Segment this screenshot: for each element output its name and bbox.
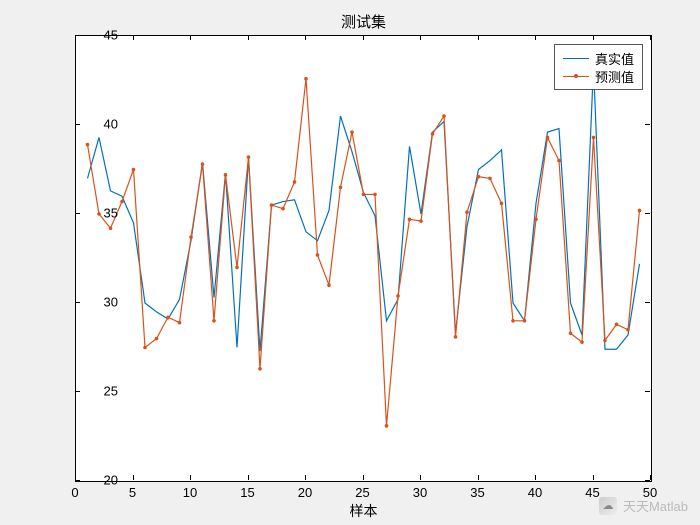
- y-tick-label: 35: [104, 206, 118, 221]
- watermark: ☁ 天天Matlab: [599, 496, 688, 515]
- legend-item-pred: 预测值: [563, 67, 634, 85]
- watermark-text: 天天Matlab: [623, 496, 688, 515]
- legend-swatch-true: [563, 58, 589, 59]
- chart-axes: 测试集 样本 真实值 预测值: [75, 35, 652, 482]
- x-tick-label: 40: [528, 485, 542, 500]
- y-tick-label: 40: [104, 117, 118, 132]
- legend-box: 真实值 预测值: [554, 44, 643, 90]
- y-tick-label: 45: [104, 28, 118, 43]
- x-tick-label: 15: [240, 485, 254, 500]
- figure-window: 测试集 样本 真实值 预测值 20 25 30 35 40 45 0 5 10 15 20 25 30 3…: [0, 0, 700, 525]
- y-tick-label: 30: [104, 295, 118, 310]
- legend-label-pred: 预测值: [595, 67, 634, 86]
- legend-item-true: 真实值: [563, 49, 634, 67]
- legend-label-true: 真实值: [595, 49, 634, 68]
- watermark-icon: ☁: [599, 497, 617, 515]
- x-axis-label: 样本: [76, 501, 651, 521]
- x-tick-label: 45: [585, 485, 599, 500]
- x-tick-label: 10: [183, 485, 197, 500]
- x-tick-label: 30: [413, 485, 427, 500]
- x-tick-label: 25: [355, 485, 369, 500]
- y-tick-label: 20: [104, 473, 118, 488]
- plot-area: [76, 36, 651, 481]
- x-tick-label: 20: [298, 485, 312, 500]
- y-tick-label: 25: [104, 384, 118, 399]
- x-tick-label: 35: [470, 485, 484, 500]
- x-tick-label: 5: [129, 485, 136, 500]
- chart-title: 测试集: [76, 11, 651, 32]
- legend-swatch-pred: [563, 76, 589, 77]
- x-tick-label: 0: [71, 485, 78, 500]
